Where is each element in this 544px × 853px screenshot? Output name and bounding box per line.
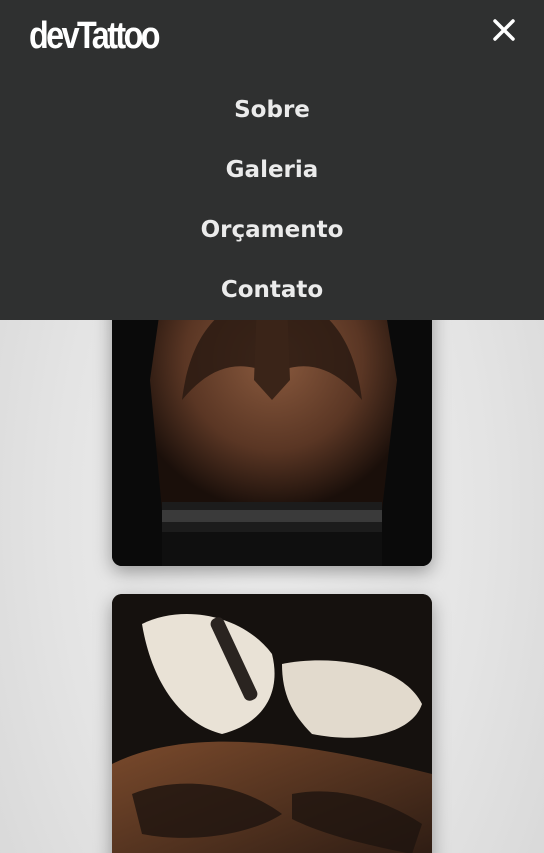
page: devTattoo Sobre Galeria Orçamento Contat… xyxy=(0,0,544,853)
logo[interactable]: devTattoo xyxy=(29,14,161,58)
mobile-nav-menu: devTattoo Sobre Galeria Orçamento Contat… xyxy=(0,0,544,320)
close-menu-button[interactable] xyxy=(486,12,522,48)
close-icon xyxy=(493,19,515,41)
tattooing-arm-image xyxy=(112,594,432,853)
nav-link-sobre[interactable]: Sobre xyxy=(0,95,544,125)
nav-link-galeria[interactable]: Galeria xyxy=(0,155,544,185)
nav-link-contato[interactable]: Contato xyxy=(0,275,544,305)
gallery-image-tattooing[interactable] xyxy=(112,594,432,853)
nav-link-orcamento[interactable]: Orçamento xyxy=(0,215,544,245)
